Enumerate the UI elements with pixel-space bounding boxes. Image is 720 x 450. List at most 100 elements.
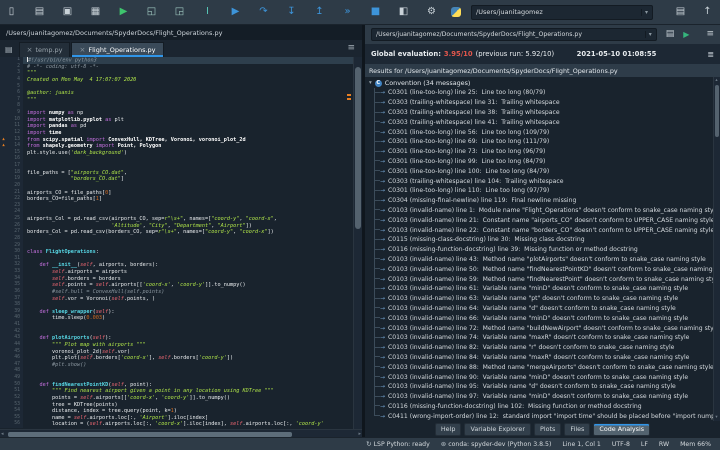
code-line-17[interactable]: 17 (0, 163, 362, 170)
lint-message[interactable]: → C0103 (invalid-name) line 90: Variable … (365, 372, 720, 382)
lint-message[interactable]: → C0103 (invalid-name) line 1: Module nam… (365, 205, 720, 216)
code-line-49[interactable]: 49 (0, 375, 362, 382)
run-analysis-icon[interactable]: ▶ (683, 30, 689, 39)
editor-tab-Flight_Operations.py[interactable]: × Flight_Operations.py (71, 42, 164, 57)
code-line-6[interactable]: 6 @author: juanis (0, 90, 362, 97)
parent-directory-icon[interactable]: ↑ (702, 7, 713, 17)
browse-tabs-icon[interactable]: ▤ (5, 45, 13, 54)
code-line-27[interactable]: 27 borders_Col = pd.read_csv(borders_CO, … (0, 229, 362, 236)
code-line-50[interactable]: 50 def findNearestPointKD(self, point): (0, 381, 362, 389)
code-line-29[interactable]: 29 (0, 242, 362, 250)
pane-tab-variable-explorer[interactable]: Variable Explorer (464, 422, 531, 436)
stop-icon[interactable]: ■ (370, 7, 381, 17)
code-line-41[interactable]: 41 (0, 322, 362, 329)
lint-message[interactable]: → C0103 (invalid-name) line 63: Variable … (365, 293, 720, 304)
scroll-down-icon[interactable]: ▾ (714, 415, 720, 420)
run-cell-advance-icon[interactable]: ◲ (174, 7, 185, 17)
tree-vscroll-thumb[interactable] (715, 85, 719, 137)
editor-tab-temp.py[interactable]: × temp.py (18, 42, 71, 57)
debug-icon[interactable]: ▶ (230, 7, 241, 17)
pane-tab-code-analysis[interactable]: Code Analysis (593, 422, 651, 436)
code-line-15[interactable]: 15 plt.style.use('dark_background') (0, 149, 362, 157)
step-into-icon[interactable]: ↧ (286, 7, 297, 17)
code-line-12[interactable]: 12 import time (0, 129, 362, 137)
lint-message[interactable]: → C0304 (missing-final-newline) line 119:… (365, 195, 720, 206)
collapse-chevron-icon[interactable]: ▾ (369, 80, 372, 86)
code-line-9[interactable]: 9 import numpy as np (0, 110, 362, 117)
new-file-icon[interactable]: ▯ (6, 7, 17, 17)
interpreter-status[interactable]: ⊛ conda: spyder-dev (Python 3.8.5) (441, 440, 552, 448)
lint-message[interactable]: → C0103 (invalid-name) line 72: Method na… (365, 323, 720, 333)
lint-message[interactable]: → C0103 (invalid-name) line 64: Variable … (365, 303, 720, 314)
run-selection-icon[interactable]: I (202, 7, 213, 17)
code-line-51[interactable]: 51 """ Find nearest airport given a poin… (0, 388, 362, 395)
code-line-35[interactable]: 35 self.points = self.airports[['coord-x… (0, 282, 362, 289)
code-line-56[interactable]: 56 location = (self.airports.loc[:, 'coo… (0, 421, 362, 428)
lint-message[interactable]: → C0301 (line-too-long) line 56: Line too… (365, 127, 720, 137)
lint-message[interactable]: → C0103 (invalid-name) line 22: Constant … (365, 225, 720, 235)
lint-message[interactable]: → C0301 (line-too-long) line 110: Line to… (365, 185, 720, 196)
code-editor[interactable]: 1 #!/usr/bin/env python3 2 # -*- coding: ut… (0, 57, 362, 429)
working-directory-combobox[interactable]: /Users/juanitagomez ▾ (471, 4, 653, 20)
code-line-8[interactable]: 8 (0, 103, 362, 110)
lint-message[interactable]: → C0103 (invalid-name) line 84: Variable … (365, 352, 720, 363)
code-line-53[interactable]: 53 tree = KDTree(points) (0, 401, 362, 409)
lint-message[interactable]: → C0301 (line-too-long) line 100: Line to… (365, 166, 720, 176)
code-line-36[interactable]: 36 #self.hull = ConvexHull(self.points) (0, 288, 362, 296)
lint-message[interactable]: → C0116 (missing-function-docstring) line… (365, 244, 720, 255)
lint-message[interactable]: → C0411 (wrong-import-order) line 12: sta… (365, 411, 720, 421)
code-line-45[interactable]: 45 voronoi_plot_2d(self.vor) (0, 348, 362, 356)
code-line-21[interactable]: 21 airports_CO = file_paths[0] (0, 189, 362, 197)
code-line-42[interactable]: 42 (0, 328, 362, 336)
lint-message[interactable]: → C0303 (trailing-whitespace) line 38: Tr… (365, 107, 720, 118)
editor-options-icon[interactable]: ≡ (347, 43, 355, 53)
step-over-icon[interactable]: ↷ (258, 7, 269, 17)
warning-flag-mark[interactable] (347, 98, 351, 100)
code-line-23[interactable]: 23 (0, 202, 362, 210)
code-line-39[interactable]: 39 def sleep_wrapper(self): (0, 308, 362, 316)
code-line-46[interactable]: 46 plt.plot(self.borders['coord-x'], sel… (0, 355, 362, 362)
close-tab-icon[interactable]: × (27, 46, 33, 54)
code-line-2[interactable]: 2 # -*- coding: utf-8 -*- (0, 63, 362, 71)
tree-vertical-scrollbar[interactable]: ▴ ▾ (713, 77, 720, 421)
code-line-14[interactable]: ▲ 14 from shapely.geometry import Point, P… (0, 143, 362, 150)
chevron-down-icon[interactable]: ▾ (640, 8, 648, 16)
lint-message[interactable]: → C0303 (trailing-whitespace) line 31: Tr… (365, 97, 720, 108)
browse-directory-icon[interactable]: ▤ (675, 7, 686, 17)
pane-tab-files[interactable]: Files (564, 422, 591, 436)
step-out-icon[interactable]: ↥ (314, 7, 325, 17)
analysis-file-combobox[interactable]: /Users/juanitagomez/Documents/SpyderDocs… (371, 28, 657, 41)
select-file-icon[interactable]: ▤ (666, 30, 675, 39)
lint-message[interactable]: → C0103 (invalid-name) line 95: Variable … (365, 381, 720, 392)
code-line-40[interactable]: 40 time.sleep(0.003) (0, 315, 362, 322)
lint-message[interactable]: → C0303 (trailing-whitespace) line 41: Tr… (365, 117, 720, 127)
maximize-pane-icon[interactable]: ◧ (398, 7, 409, 17)
scroll-left-icon[interactable]: ◂ (1, 430, 4, 438)
code-line-20[interactable]: 20 (0, 182, 362, 190)
lint-message[interactable]: → C0116 (missing-function-docstring) line… (365, 401, 720, 412)
preferences-icon[interactable]: ⚙ (426, 7, 437, 17)
warning-flag-mark[interactable] (347, 94, 351, 96)
code-line-37[interactable]: 37 self.vor = Voronoi(self.points, ) (0, 295, 362, 303)
close-tab-icon[interactable]: × (79, 46, 85, 54)
code-line-18[interactable]: 18 file_paths = ["airports_CO.dat", (0, 169, 362, 177)
editor-horizontal-scrollbar[interactable]: ◂ ▸ (0, 429, 362, 437)
lint-message[interactable]: → C0103 (invalid-name) line 43: Method na… (365, 254, 720, 265)
lint-message[interactable]: → C0115 (missing-class-docstring) line 30… (365, 234, 720, 245)
panel-options-icon[interactable]: ≡ (706, 30, 714, 39)
run-cell-icon[interactable]: ◱ (146, 7, 157, 17)
lint-message[interactable]: → C0103 (invalid-name) line 61: Variable … (365, 283, 720, 294)
code-line-26[interactable]: 26 'Altitude', "City", "Department", "Ai… (0, 222, 362, 230)
run-icon[interactable]: ▶ (118, 7, 129, 17)
code-line-5[interactable]: 5 (0, 83, 362, 91)
code-line-31[interactable]: 31 (0, 255, 362, 263)
scroll-right-icon[interactable]: ▸ (358, 430, 361, 438)
lint-message[interactable]: → C0103 (invalid-name) line 97: Variable … (365, 391, 720, 402)
chevron-down-icon[interactable]: ▾ (644, 31, 652, 38)
lint-message[interactable]: → C0103 (invalid-name) line 50: Method na… (365, 264, 720, 274)
code-line-19[interactable]: 19 "borders_CO.dat"] (0, 176, 362, 183)
code-line-28[interactable]: 28 (0, 235, 362, 243)
code-line-48[interactable]: 48 (0, 368, 362, 375)
convention-group-row[interactable]: ▾ C Convention (34 messages) (365, 78, 720, 88)
code-line-32[interactable]: 32 def __init__(self, airports, borders)… (0, 262, 362, 269)
